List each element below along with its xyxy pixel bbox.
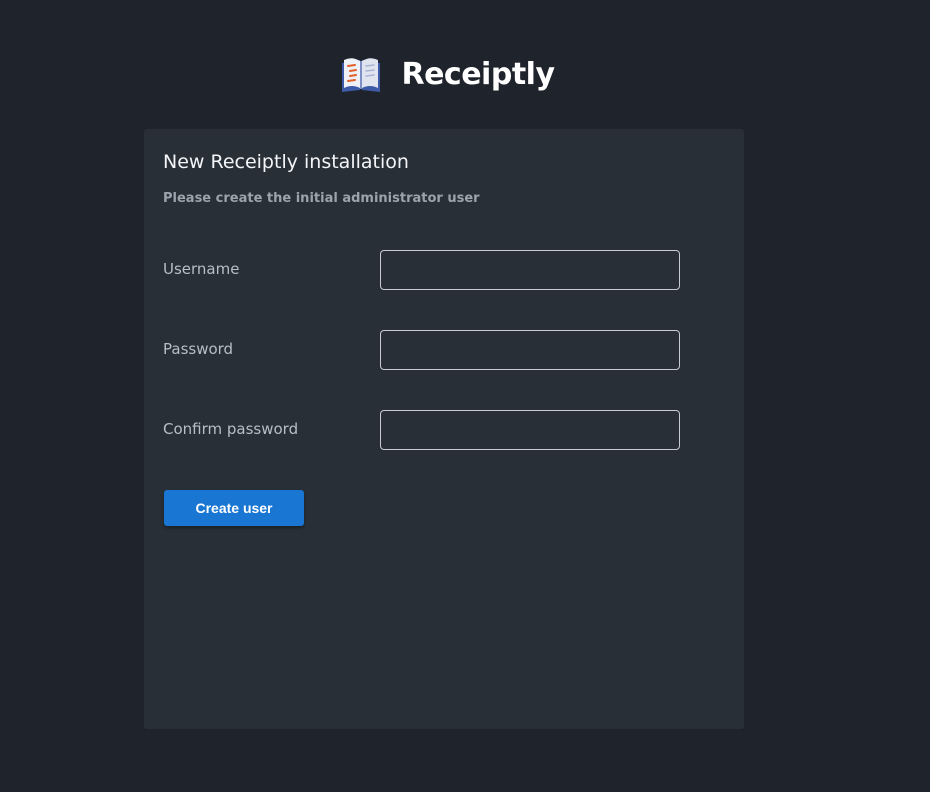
password-input[interactable] [380, 330, 680, 370]
open-book-icon [342, 58, 381, 92]
app-header: Receiptly [0, 52, 894, 96]
setup-card: New Receiptly installation Please create… [144, 129, 744, 729]
username-label: Username [163, 260, 240, 278]
username-row: Username [163, 250, 680, 290]
password-row: Password [163, 330, 680, 370]
confirm-password-row: Confirm password [163, 410, 680, 450]
confirm-password-input[interactable] [380, 410, 680, 450]
card-subtitle: Please create the initial administrator … [163, 191, 480, 206]
password-label: Password [163, 340, 234, 358]
card-title: New Receiptly installation [163, 151, 409, 173]
app-name: Receiptly [401, 56, 555, 92]
create-user-button[interactable]: Create user [164, 490, 304, 526]
confirm-password-label: Confirm password [163, 420, 299, 438]
username-input[interactable] [380, 250, 680, 290]
